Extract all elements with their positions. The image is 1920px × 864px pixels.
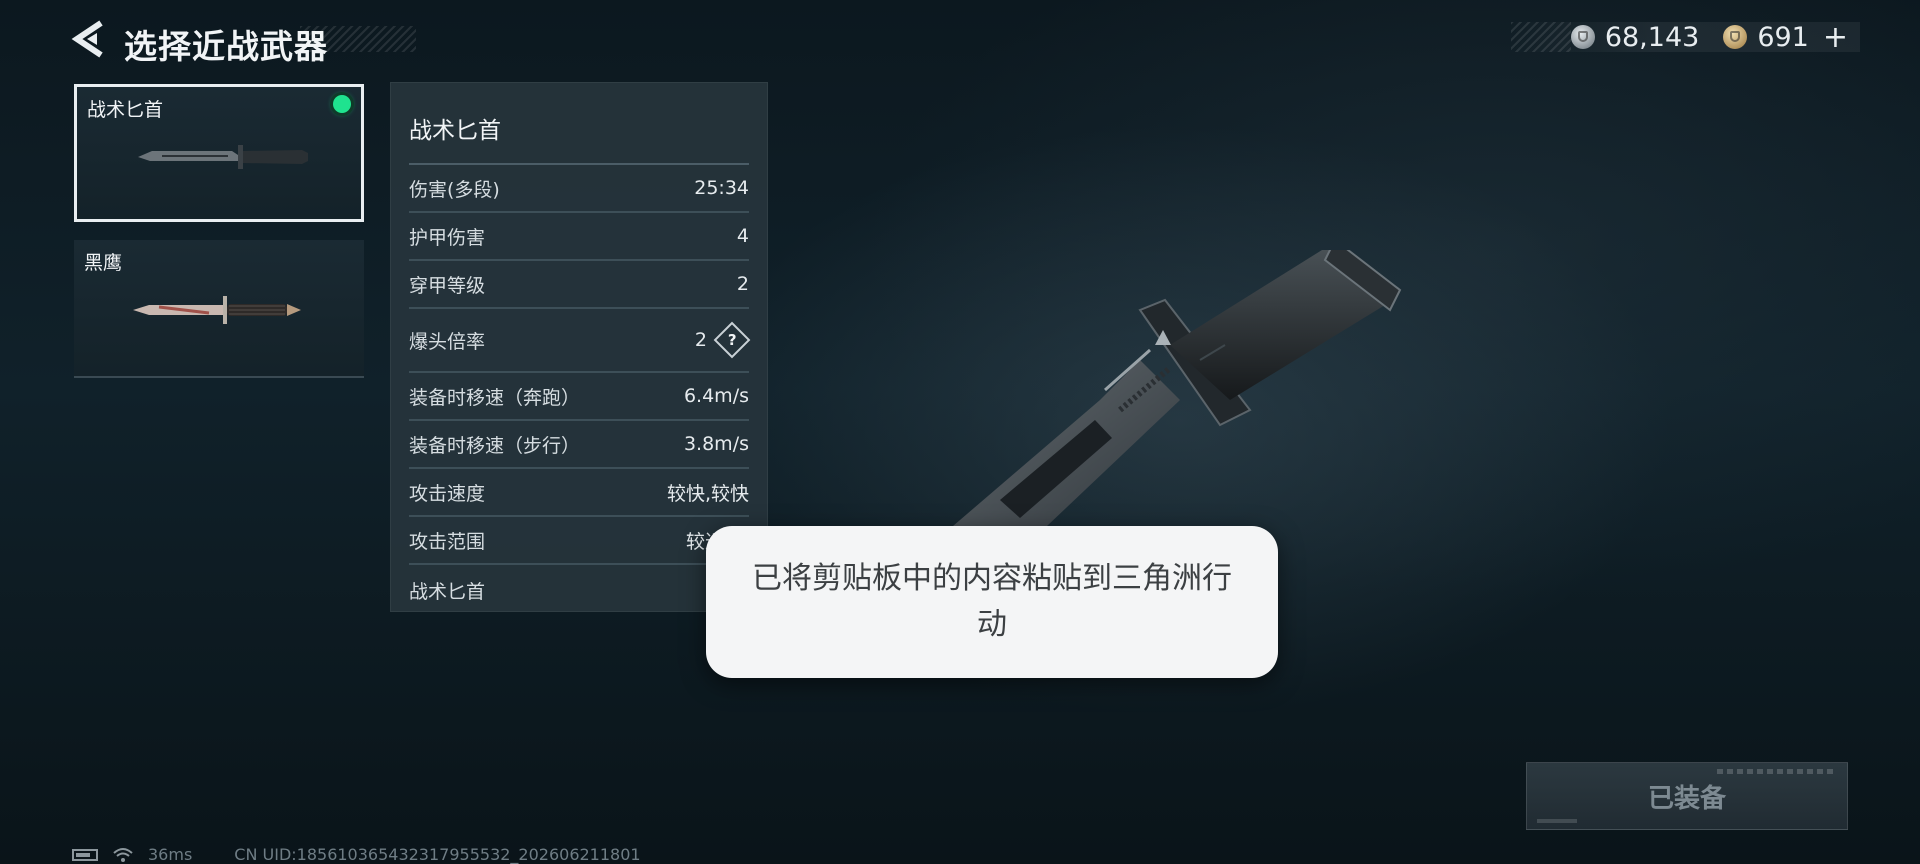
weapon-card-name: 黑鹰 bbox=[84, 252, 123, 274]
weapon-card-name: 战术匕首 bbox=[87, 99, 164, 121]
stat-row-run-speed: 装备时移速（奔跑） 6.4m/s bbox=[409, 373, 749, 421]
stat-value: 2 bbox=[694, 329, 707, 351]
silver-coin-icon bbox=[1570, 25, 1595, 49]
stat-label: 装备时移速（步行） bbox=[409, 434, 581, 457]
stat-row-headshot-multiplier: 爆头倍率 2 ? bbox=[409, 309, 751, 373]
battery-icon bbox=[72, 848, 98, 861]
stat-value: 25:34 bbox=[694, 177, 749, 199]
status-bar: 36ms CN UID:185610365432317955532_202606… bbox=[72, 845, 641, 864]
stat-label: 护甲伤害 bbox=[409, 226, 486, 249]
black-eagle-thumbnail-icon bbox=[133, 296, 301, 324]
stat-value: 较快,较快 bbox=[666, 482, 749, 505]
button-decoration bbox=[1717, 769, 1837, 774]
stat-label: 攻击速度 bbox=[409, 482, 486, 505]
stat-label: 攻击范围 bbox=[409, 530, 486, 553]
equipped-button-label: 已装备 bbox=[1647, 783, 1726, 814]
stat-label: 装备时移速（奔跑） bbox=[409, 386, 581, 409]
stat-label: 爆头倍率 bbox=[409, 330, 486, 353]
stat-row-attack-speed: 攻击速度 较快,较快 bbox=[409, 469, 749, 517]
title-decoration bbox=[300, 26, 416, 52]
ping-value: 36ms bbox=[148, 845, 193, 864]
stat-value: 6.4m/s bbox=[683, 385, 749, 407]
equipped-indicator-icon bbox=[333, 95, 351, 113]
page-title: 选择近战武器 bbox=[124, 27, 328, 66]
help-icon[interactable]: ? bbox=[713, 321, 751, 359]
weapon-card-tactical-dagger[interactable]: 战术匕首 bbox=[74, 84, 364, 222]
user-uid: CN UID:185610365432317955532_20260621180… bbox=[234, 845, 641, 864]
stat-value-group: 2 ? bbox=[694, 321, 751, 359]
game-screen: 选择近战武器 68,143 691 + 战术匕首 黑鹰 战术匕首 伤害(多段) … bbox=[0, 0, 1920, 864]
back-arrow-icon bbox=[71, 20, 103, 58]
stat-row-damage: 伤害(多段) 25:34 bbox=[409, 165, 749, 213]
add-currency-button[interactable]: + bbox=[1823, 20, 1848, 55]
stat-value: 2 bbox=[736, 273, 749, 295]
button-decoration bbox=[1537, 819, 1577, 823]
back-button[interactable] bbox=[70, 18, 106, 60]
wifi-icon bbox=[113, 847, 133, 862]
tactical-dagger-thumbnail-icon bbox=[138, 145, 308, 169]
gold-coin-icon bbox=[1723, 25, 1748, 49]
stat-label: 伤害(多段) bbox=[409, 178, 500, 201]
currency-bar: 68,143 691 + bbox=[1510, 20, 1860, 55]
weapon-stats-panel: 战术匕首 伤害(多段) 25:34 护甲伤害 4 穿甲等级 2 爆头倍率 2 ?… bbox=[390, 82, 768, 612]
silver-currency-value: 68,143 bbox=[1604, 21, 1700, 53]
stats-title: 战术匕首 bbox=[409, 83, 749, 165]
stat-value: 4 bbox=[736, 225, 749, 247]
clipboard-toast: 已将剪贴板中的内容粘贴到三角洲行动 bbox=[706, 526, 1278, 678]
stat-value: 3.8m/s bbox=[683, 433, 749, 455]
stat-row-armor-damage: 护甲伤害 4 bbox=[409, 213, 749, 261]
weapon-card-black-eagle[interactable]: 黑鹰 bbox=[74, 240, 364, 378]
equipped-button[interactable]: 已装备 bbox=[1526, 762, 1848, 830]
stat-row-penetration-level: 穿甲等级 2 bbox=[409, 261, 749, 309]
help-icon-glyph: ? bbox=[727, 330, 737, 349]
stat-row-walk-speed: 装备时移速（步行） 3.8m/s bbox=[409, 421, 749, 469]
stats-footer-name: 战术匕首 bbox=[409, 580, 486, 603]
stat-label: 穿甲等级 bbox=[409, 274, 486, 297]
stat-row-attack-range: 攻击范围 较近,较 bbox=[409, 517, 749, 565]
gold-currency-value: 691 bbox=[1757, 21, 1809, 53]
